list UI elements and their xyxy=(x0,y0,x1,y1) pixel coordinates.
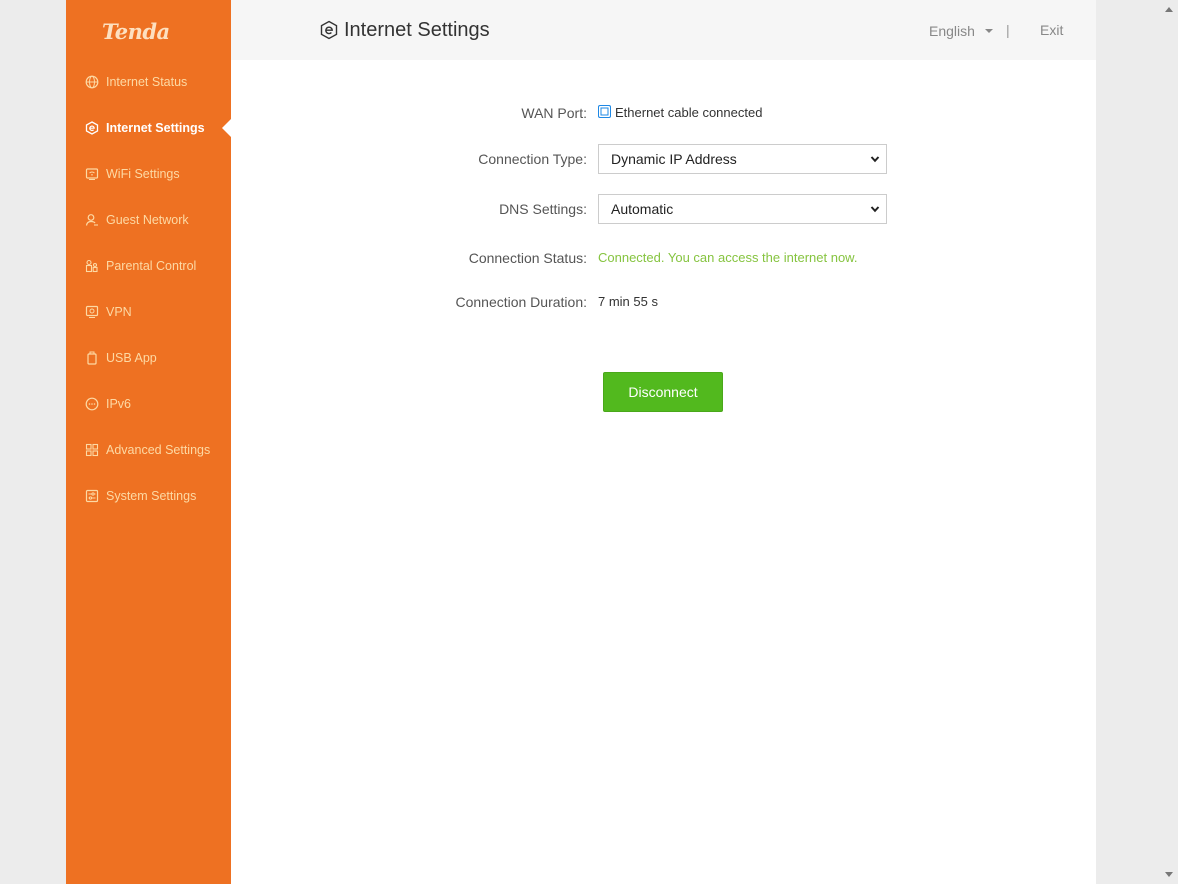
sidebar-item-label: WiFi Settings xyxy=(106,167,180,181)
connection-duration-label: Connection Duration: xyxy=(455,294,587,310)
sidebar-nav: Internet Status Internet Settings WiFi S… xyxy=(66,59,231,519)
chevron-down-icon xyxy=(870,206,880,213)
connection-type-selected: Dynamic IP Address xyxy=(611,151,737,167)
connection-duration-value: 7 min 55 s xyxy=(598,294,658,309)
disconnect-button[interactable]: Disconnect xyxy=(603,372,723,412)
ethernet-port-icon xyxy=(598,105,611,118)
sidebar-item-internet-settings[interactable]: Internet Settings xyxy=(66,105,231,151)
parental-control-icon xyxy=(85,259,99,273)
usb-icon xyxy=(85,351,99,365)
scroll-down-arrow[interactable] xyxy=(1165,872,1173,877)
scroll-up-arrow[interactable] xyxy=(1165,7,1173,12)
dns-settings-selected: Automatic xyxy=(611,201,674,217)
sidebar-item-internet-status[interactable]: Internet Status xyxy=(66,59,231,105)
dns-settings-row: DNS Settings: Automatic xyxy=(231,194,1096,224)
sidebar-item-label: Internet Settings xyxy=(106,121,205,135)
chevron-down-icon xyxy=(870,156,880,163)
sidebar-item-label: USB App xyxy=(106,351,157,365)
wifi-settings-icon xyxy=(85,167,99,181)
internet-settings-icon xyxy=(320,20,338,40)
exit-link[interactable]: Exit xyxy=(1040,22,1063,38)
sidebar-item-usb-app[interactable]: USB App xyxy=(66,335,231,381)
language-selector[interactable]: English xyxy=(929,22,993,40)
connection-type-select[interactable]: Dynamic IP Address xyxy=(598,144,887,174)
connection-status-value: Connected. You can access the internet n… xyxy=(598,250,858,265)
wan-port-label: WAN Port: xyxy=(521,105,587,121)
guest-user-icon xyxy=(85,213,99,227)
sidebar-item-label: Guest Network xyxy=(106,213,189,227)
dns-settings-select[interactable]: Automatic xyxy=(598,194,887,224)
page-title: Internet Settings xyxy=(319,15,490,45)
sidebar-item-label: VPN xyxy=(106,305,132,319)
wan-port-status: Ethernet cable connected xyxy=(615,105,763,120)
page-title-text: Internet Settings xyxy=(344,18,490,41)
sidebar-item-label: IPv6 xyxy=(106,397,132,411)
language-label: English xyxy=(929,23,975,39)
wan-port-value: Ethernet cable connected xyxy=(598,98,762,128)
connection-status-label: Connection Status: xyxy=(468,250,587,266)
wan-port-row: WAN Port: Ethernet cable connected xyxy=(231,98,1096,128)
sidebar-item-advanced-settings[interactable]: Advanced Settings xyxy=(66,427,231,473)
sidebar-item-wifi-settings[interactable]: WiFi Settings xyxy=(66,151,231,197)
sidebar-item-system-settings[interactable]: System Settings xyxy=(66,473,231,519)
dns-settings-label: DNS Settings: xyxy=(499,201,587,217)
sidebar-item-guest-network[interactable]: Guest Network xyxy=(66,197,231,243)
sidebar-item-parental-control[interactable]: Parental Control xyxy=(66,243,231,289)
ipv6-icon xyxy=(85,397,99,411)
sidebar-item-ipv6[interactable]: IPv6 xyxy=(66,381,231,427)
active-indicator xyxy=(222,119,231,137)
grid-icon xyxy=(85,443,99,457)
vpn-icon xyxy=(85,305,99,319)
connection-duration-row: Connection Duration: 7 min 55 s xyxy=(231,287,1096,317)
connection-status-row: Connection Status: Connected. You can ac… xyxy=(231,243,1096,273)
globe-icon xyxy=(85,75,99,89)
sidebar: Tenda Internet Status Internet Settings … xyxy=(66,0,231,884)
connection-type-label: Connection Type: xyxy=(478,151,587,167)
tenda-logo: Tenda xyxy=(102,19,170,44)
sidebar-item-label: Advanced Settings xyxy=(106,443,211,457)
sidebar-item-label: Internet Status xyxy=(106,75,188,89)
sidebar-item-label: Parental Control xyxy=(106,259,197,273)
caret-down-icon xyxy=(984,29,993,33)
hex-e-icon xyxy=(85,121,99,135)
sidebar-item-label: System Settings xyxy=(106,489,197,503)
system-settings-icon xyxy=(85,489,99,503)
header-bar: Internet Settings English | Exit xyxy=(231,0,1096,60)
connection-type-row: Connection Type: Dynamic IP Address xyxy=(231,144,1096,174)
header-divider: | xyxy=(1006,22,1010,38)
sidebar-item-vpn[interactable]: VPN xyxy=(66,289,231,335)
